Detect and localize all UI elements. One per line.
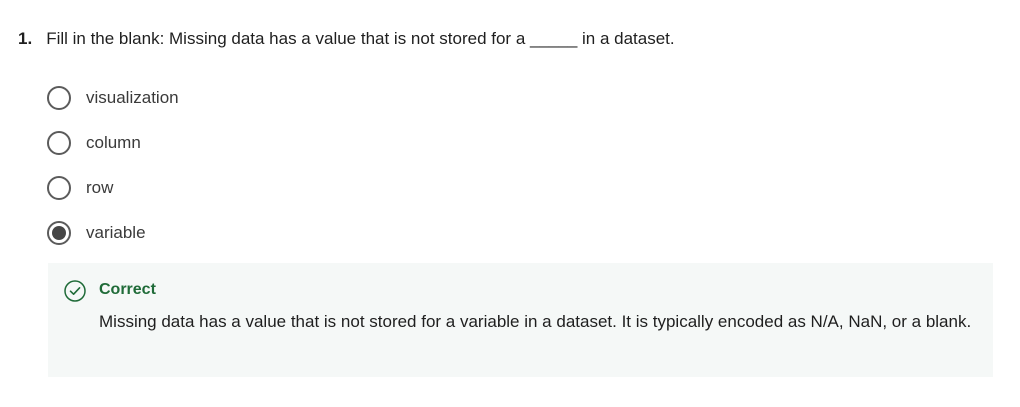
feedback-message: Missing data has a value that is not sto… bbox=[99, 312, 972, 331]
question-number: 1. bbox=[18, 29, 33, 48]
option-label: visualization bbox=[86, 88, 179, 107]
radio-button[interactable] bbox=[47, 86, 71, 110]
option-row[interactable]: row bbox=[47, 176, 179, 200]
option-column[interactable]: column bbox=[47, 131, 179, 155]
option-variable[interactable]: variable bbox=[47, 221, 179, 245]
radio-button[interactable] bbox=[47, 176, 71, 200]
feedback-status: Correct bbox=[99, 281, 156, 298]
quiz-page: 1. Fill in the blank: Missing data has a … bbox=[0, 0, 1020, 407]
question-text: Fill in the blank: Missing data has a va… bbox=[46, 29, 675, 48]
option-visualization[interactable]: visualization bbox=[47, 86, 179, 110]
option-label: column bbox=[86, 133, 141, 152]
option-label: row bbox=[86, 178, 114, 197]
check-circle-icon bbox=[64, 280, 86, 302]
feedback-panel: Correct Missing data has a value that is… bbox=[48, 263, 993, 377]
option-label: variable bbox=[86, 223, 146, 242]
answer-options: visualization column row variable bbox=[47, 86, 179, 266]
question-prompt: 1. Fill in the blank: Missing data has a … bbox=[18, 28, 675, 50]
radio-button[interactable] bbox=[47, 131, 71, 155]
radio-button-selected[interactable] bbox=[47, 221, 71, 245]
